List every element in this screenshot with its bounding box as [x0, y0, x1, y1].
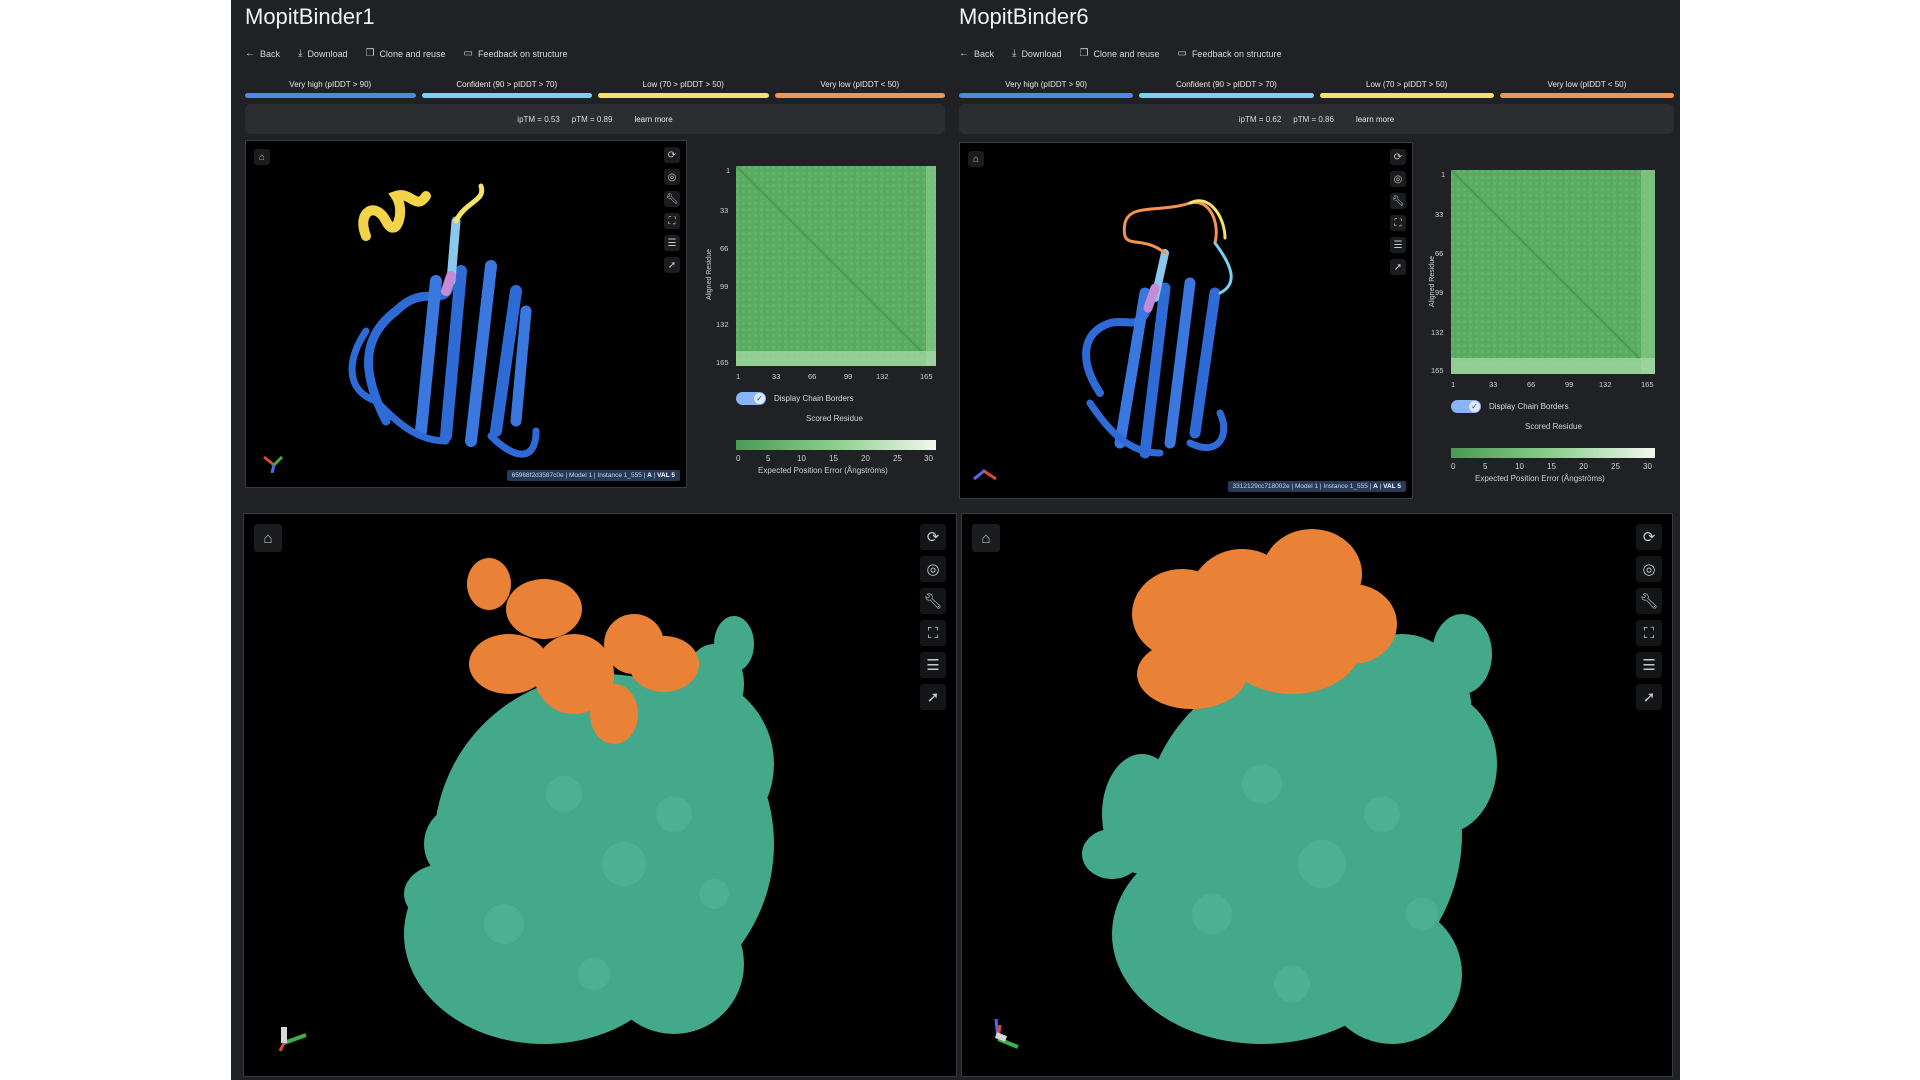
pae-heatmap[interactable]	[736, 166, 936, 366]
pae-ylabel: Aligned Residue	[1429, 256, 1436, 307]
download-button[interactable]: ⤓ Download	[1012, 48, 1061, 59]
feedback-icon: ▭	[463, 48, 473, 59]
ytick: 99	[1435, 288, 1444, 297]
feedback-button[interactable]: ▭ Feedback on structure	[463, 48, 567, 59]
pae-plot: Aligned Residue 1 33 66 99 132 165 1 33 …	[1419, 142, 1659, 492]
selection-info: 65968f2d3587c0e | Model 1 | Instance 1_5…	[506, 470, 680, 481]
pae-colorbar-label: Expected Position Error (Ångströms)	[758, 466, 888, 475]
xtick: 165	[1641, 380, 1654, 389]
surface-viewer[interactable]: ⌂ ⟳ ◎ 🔧︎ ⛶ ☰ ➚	[961, 513, 1673, 1077]
xtick: 66	[1527, 380, 1536, 389]
xtick: 1	[736, 372, 741, 381]
ytick: 66	[1435, 249, 1444, 258]
ytick: 132	[716, 320, 729, 329]
iptm-value: ipTM = 0.53	[517, 114, 560, 124]
clone-button[interactable]: ❐ Clone and reuse	[365, 48, 445, 59]
protein-surface	[404, 558, 774, 1044]
pae-plot: Aligned Residue 1 33 66 99 132 165 1 33 …	[696, 140, 936, 480]
chain-borders-toggle[interactable]	[1451, 400, 1481, 413]
arrow-left-icon: ←	[245, 48, 255, 59]
pae-colorbar	[736, 440, 936, 450]
protein-ribbon	[1082, 199, 1233, 459]
download-icon: ⤓	[1012, 48, 1017, 59]
xtick: 33	[1489, 380, 1498, 389]
xtick: 66	[808, 372, 817, 381]
selection-info: 3312129cc718002e | Model 1 | Instance 1_…	[1227, 481, 1406, 492]
xtick: 132	[1599, 380, 1612, 389]
legend-confident: Confident (90 > pIDDT > 70)	[421, 80, 592, 98]
legend-low: Low (70 > pIDDT > 50)	[598, 80, 769, 98]
page-title: MopitBinder6	[959, 4, 1089, 29]
pae-colorbar	[1451, 448, 1655, 458]
feedback-icon: ▭	[1177, 48, 1187, 59]
toolbar: ← Back ⤓ Download ❐ Clone and reuse ▭ Feedba…	[959, 48, 1282, 59]
plddt-legend: Very high (pIDDT > 90) Confident (90 > p…	[959, 80, 1674, 98]
surface-viewer[interactable]: ⌂ ⟳ ◎ 🔧︎ ⛶ ☰ ➚	[243, 513, 957, 1077]
learn-more-link[interactable]: learn more	[634, 115, 672, 124]
chain-borders-row: Display Chain Borders	[736, 392, 854, 405]
axes-gizmo	[274, 1017, 314, 1058]
xtick: 132	[876, 372, 889, 381]
ytick: 33	[720, 206, 729, 215]
protein-surface	[1082, 529, 1497, 1044]
ptm-value: pTM = 0.86	[1293, 114, 1334, 124]
xtick: 1	[1451, 380, 1456, 389]
axes-gizmo	[260, 453, 284, 474]
ribbon-viewer[interactable]: ⌂ ⟳ ◎ 🔧︎ ⛶ ☰ ➚	[245, 140, 687, 488]
iptm-value: ipTM = 0.62	[1238, 114, 1282, 124]
toolbar: ← Back ⤓ Download ❐ Clone and reuse ▭ Feedba…	[245, 48, 568, 59]
xtick: 165	[920, 372, 933, 381]
ytick: 165	[1431, 366, 1444, 375]
ribbon-viewer[interactable]: ⌂ ⟳ ◎ 🔧︎ ⛶ ☰ ➚	[959, 142, 1413, 499]
ytick: 33	[1435, 210, 1444, 219]
xtick: 99	[1565, 380, 1574, 389]
pae-xlabel: Scored Residue	[806, 414, 863, 423]
back-button[interactable]: ← Back	[959, 48, 994, 59]
comparison-sheet: MopitBinder1 ← Back ⤓ Download ❐ Clone and …	[231, 0, 1680, 1080]
xtick: 33	[772, 372, 781, 381]
chain-borders-toggle[interactable]	[736, 392, 766, 405]
ytick: 1	[726, 166, 731, 175]
pae-colorbar-label: Expected Position Error (Ångströms)	[1475, 474, 1605, 483]
pae-xlabel: Scored Residue	[1525, 422, 1582, 431]
legend-very-high: Very high (pIDDT > 90)	[959, 80, 1134, 98]
ytick: 66	[720, 244, 729, 253]
download-button[interactable]: ⤓ Download	[298, 48, 347, 59]
metrics-bar: ipTM = 0.62 pTM = 0.86 learn more	[959, 104, 1674, 134]
copy-icon: ❐	[1079, 48, 1089, 59]
metrics-bar: ipTM = 0.53 pTM = 0.89 learn more	[245, 104, 945, 134]
legend-very-low: Very low (pIDDT < 50)	[774, 80, 945, 98]
arrow-left-icon: ←	[959, 48, 969, 59]
back-button[interactable]: ← Back	[245, 48, 280, 59]
legend-very-high: Very high (pIDDT > 90)	[245, 80, 416, 98]
xtick: 99	[844, 372, 853, 381]
pae-heatmap[interactable]	[1451, 170, 1655, 374]
legend-low: Low (70 > pIDDT > 50)	[1319, 80, 1494, 98]
protein-ribbon	[348, 183, 540, 458]
ytick: 99	[720, 282, 729, 291]
legend-very-low: Very low (pIDDT < 50)	[1499, 80, 1674, 98]
ytick: 1	[1441, 170, 1446, 179]
ytick: 165	[716, 358, 729, 367]
ptm-value: pTM = 0.89	[571, 114, 613, 124]
pae-ylabel: Aligned Residue	[706, 249, 713, 300]
plddt-legend: Very high (pIDDT > 90) Confident (90 > p…	[245, 80, 945, 98]
legend-confident: Confident (90 > pIDDT > 70)	[1139, 80, 1314, 98]
axes-gizmo	[970, 467, 1000, 488]
axes-gizmo	[988, 1011, 1028, 1056]
page-title: MopitBinder1	[245, 4, 375, 29]
ytick: 132	[1431, 328, 1444, 337]
learn-more-link[interactable]: learn more	[1356, 115, 1394, 124]
download-icon: ⤓	[298, 48, 303, 59]
copy-icon: ❐	[365, 48, 375, 59]
chain-borders-row: Display Chain Borders	[1451, 400, 1569, 413]
feedback-button[interactable]: ▭ Feedback on structure	[1177, 48, 1281, 59]
clone-button[interactable]: ❐ Clone and reuse	[1079, 48, 1159, 59]
